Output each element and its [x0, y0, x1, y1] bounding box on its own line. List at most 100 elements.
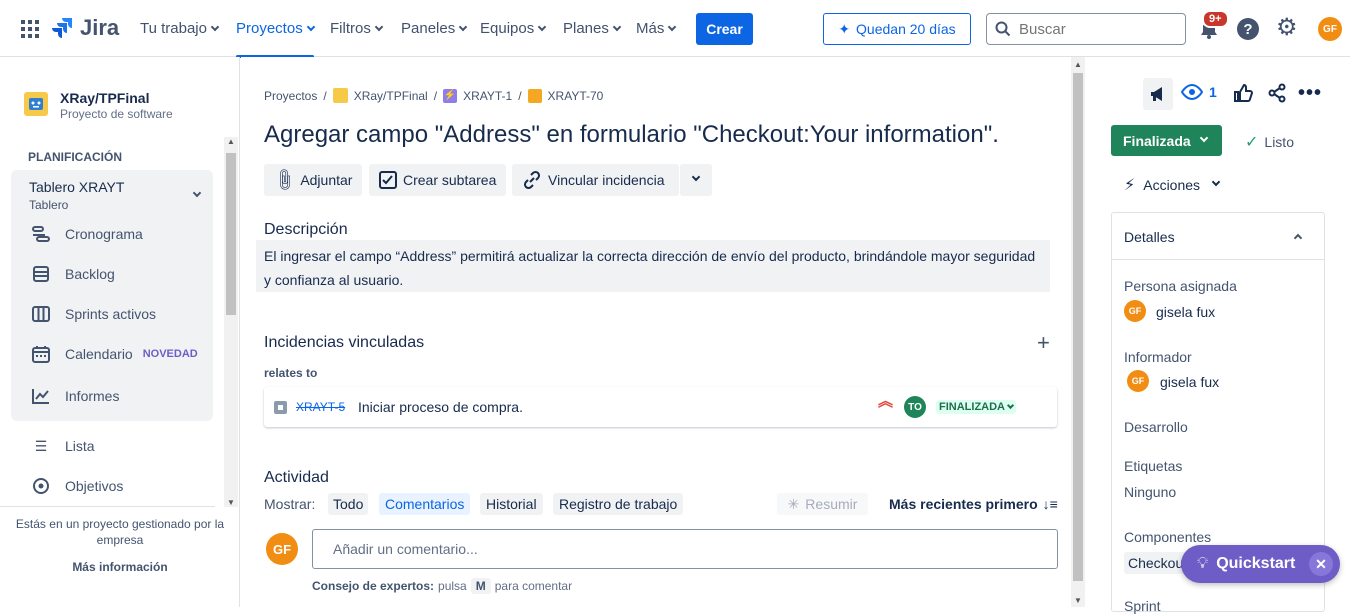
details-header[interactable]: Detalles	[1112, 213, 1324, 260]
linked-issue-key[interactable]: XRAYT-5	[296, 400, 345, 414]
scroll-down-arrow[interactable]: ▼	[1074, 596, 1082, 605]
breadcrumb-separator: /	[518, 88, 522, 103]
search-icon	[995, 21, 1011, 37]
search-box[interactable]	[986, 13, 1186, 45]
managed-project-notice: Estás en un proyecto gestionado por la e…	[15, 517, 225, 547]
chevron-down-icon	[306, 22, 315, 32]
breadcrumb-epic[interactable]: XRAYT-1	[463, 89, 512, 103]
scroll-down-arrow[interactable]: ▼	[227, 498, 235, 507]
jira-logo[interactable]: Jira	[52, 15, 119, 41]
issue-title[interactable]: Agregar campo "Address" en formulario "C…	[264, 121, 999, 149]
sidebar-item-lista[interactable]: ☰ Lista	[30, 435, 95, 457]
epic-icon: ⚡	[443, 88, 458, 103]
trial-button[interactable]: ✦ Quedan 20 días	[823, 13, 971, 45]
more-options-icon[interactable]: •••	[1298, 82, 1322, 105]
sort-icon: ↓≡	[1042, 496, 1058, 512]
add-link-icon[interactable]: +	[1037, 332, 1050, 354]
app-switcher-icon[interactable]	[21, 20, 39, 38]
labels-value[interactable]: Ninguno	[1124, 484, 1176, 500]
scroll-thumb[interactable]	[226, 153, 236, 315]
settings-gear-icon[interactable]: ⚙	[1276, 16, 1298, 40]
sidebar-item-sprints[interactable]: Sprints activos	[30, 303, 156, 325]
status-label: Finalizada	[1123, 132, 1191, 149]
lightning-icon: ⚡︎	[1124, 177, 1136, 194]
task-icon	[527, 88, 542, 103]
chevron-down-icon	[1199, 133, 1208, 142]
project-name[interactable]: XRay/TPFinal	[60, 90, 149, 106]
nav-mas[interactable]: Más	[636, 20, 677, 37]
tab-comentarios[interactable]: Comentarios	[379, 493, 471, 515]
assignee-name[interactable]: gisela fux	[1156, 304, 1215, 320]
nav-equipos[interactable]: Equipos	[480, 20, 547, 37]
status-dropdown[interactable]: Finalizada	[1111, 125, 1222, 156]
watch-button[interactable]: 1	[1181, 84, 1217, 100]
sidebar-item-informes[interactable]: Informes	[30, 385, 119, 407]
breadcrumb-issue[interactable]: XRAYT-70	[548, 89, 604, 103]
tab-historial[interactable]: Historial	[480, 493, 543, 515]
linked-status-lozenge[interactable]: FINALIZADA	[936, 400, 1016, 414]
section-planning: PLANIFICACIÓN	[28, 150, 122, 164]
linked-issue-summary[interactable]: Iniciar proceso de compra.	[358, 399, 523, 415]
top-navigation: Jira Tu trabajo Proyectos Filtros Panele…	[0, 0, 1350, 58]
search-input[interactable]	[1019, 20, 1169, 38]
summarize-button[interactable]: ✳ Resumir	[777, 493, 868, 515]
notifications-button[interactable]: 9+	[1198, 10, 1229, 40]
share-icon[interactable]	[1267, 83, 1287, 106]
reporter-name[interactable]: gisela fux	[1160, 374, 1219, 390]
tab-todo[interactable]: Todo	[328, 493, 369, 515]
sidebar-item-calendario[interactable]: Calendario NOVEDAD	[30, 343, 198, 365]
main-scrollbar[interactable]: ▲ ▼	[1071, 57, 1085, 607]
more-info-link[interactable]: Más información	[10, 560, 230, 574]
sidebar-item-cronograma[interactable]: Cronograma	[30, 223, 143, 245]
breadcrumb-projects[interactable]: Proyectos	[264, 89, 317, 103]
nav-paneles[interactable]: Paneles	[401, 20, 468, 37]
chevron-down-icon	[1211, 177, 1221, 187]
sidebar-item-backlog[interactable]: Backlog	[30, 263, 115, 285]
board-selector[interactable]: Tablero XRAYT Tablero	[11, 172, 213, 214]
scroll-thumb[interactable]	[1073, 73, 1083, 581]
resolution: ✓ Listo	[1245, 132, 1294, 152]
description-body[interactable]: El ingresar el campo “Address” permitirá…	[256, 240, 1050, 292]
nav-label: Filtros	[330, 20, 371, 37]
eye-icon	[1181, 84, 1203, 100]
user-avatar[interactable]: GF	[1318, 17, 1342, 41]
scroll-up-arrow[interactable]: ▲	[1074, 60, 1082, 69]
more-actions-dropdown[interactable]	[680, 164, 712, 196]
scroll-up-arrow[interactable]: ▲	[227, 137, 235, 146]
close-icon[interactable]: ✕	[1309, 552, 1333, 576]
sort-label: Más recientes primero	[889, 496, 1038, 512]
backlog-icon	[30, 263, 52, 285]
nav-label: Paneles	[401, 20, 456, 37]
nav-tu-trabajo[interactable]: Tu trabajo	[140, 20, 220, 37]
target-icon	[30, 475, 52, 497]
actions-button[interactable]: ⚡︎ Acciones	[1124, 175, 1221, 195]
relation-type: relates to	[264, 366, 318, 380]
sidebar-item-label: Backlog	[65, 266, 115, 282]
timeline-icon	[30, 223, 52, 245]
tab-worklog[interactable]: Registro de trabajo	[553, 493, 684, 515]
breadcrumb-project[interactable]: XRay/TPFinal	[354, 89, 428, 103]
nav-filtros[interactable]: Filtros	[330, 20, 384, 37]
linked-assignee-avatar: TO	[904, 396, 926, 418]
link-issue-button[interactable]: Vincular incidencia	[512, 164, 679, 196]
thumbs-up-icon[interactable]	[1233, 83, 1254, 106]
comment-input[interactable]: Añadir un comentario...	[312, 529, 1058, 569]
sidebar-scrollbar[interactable]: ▲ ▼	[224, 137, 238, 507]
create-subtask-button[interactable]: Crear subtarea	[369, 164, 507, 196]
help-icon[interactable]: ?	[1237, 18, 1259, 40]
nav-planes[interactable]: Planes	[563, 20, 622, 37]
chevron-down-icon	[691, 172, 701, 182]
details-panel: 1 ••• Finalizada ✓ Listo ⚡︎ Acciones Detal…	[1085, 57, 1350, 614]
create-button[interactable]: Crear	[696, 13, 753, 45]
attach-button[interactable]: 📎︎ Adjuntar	[264, 164, 363, 196]
subtask-icon	[379, 171, 397, 189]
feedback-megaphone-icon[interactable]	[1143, 78, 1173, 110]
link-icon	[523, 170, 541, 190]
sidebar-item-objetivos[interactable]: Objetivos	[30, 475, 123, 497]
linked-issue-row[interactable]: XRAYT-5 Iniciar proceso de compra. ︽ TO …	[264, 387, 1057, 427]
nav-proyectos[interactable]: Proyectos	[236, 20, 315, 58]
quickstart-button[interactable]: 💡︎ Quickstart ✕	[1181, 545, 1340, 583]
sparkle-icon: ✦	[838, 20, 851, 37]
sort-button[interactable]: Más recientes primero ↓≡	[889, 496, 1058, 512]
components-label: Componentes	[1124, 529, 1212, 545]
